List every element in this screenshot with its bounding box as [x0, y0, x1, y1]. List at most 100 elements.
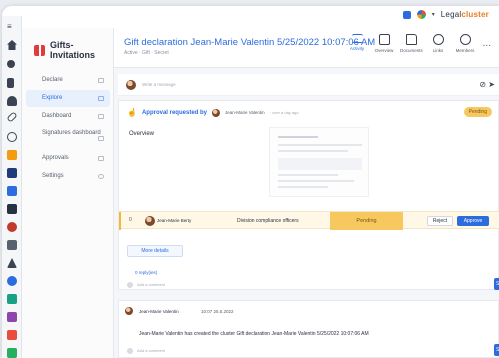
app-tile-purple-icon[interactable] [7, 312, 17, 322]
approver-name: Jean-Marie Berty [157, 218, 192, 223]
history-icon[interactable] [7, 132, 17, 142]
signature-icon [98, 136, 104, 141]
sidebar-item-signatures-dashboard[interactable]: Signatures dashboard [26, 128, 110, 148]
sidebar-item-label: Explore [42, 95, 63, 101]
gift-icon [34, 44, 46, 56]
app-tile-green-icon[interactable] [7, 348, 17, 358]
apps-icon[interactable] [416, 10, 426, 19]
users-icon[interactable] [7, 60, 15, 68]
brand-area: ▾ Legalcluster [402, 10, 489, 19]
module-header: Gifts-Invitations [34, 40, 113, 60]
link-icon[interactable] [6, 111, 18, 123]
tab-label: Overview [374, 48, 394, 53]
grid-icon [98, 114, 104, 119]
app-tile-dark-icon[interactable] [7, 204, 17, 214]
approval-step-row: 0 Jean-Marie Berty Division compliance o… [119, 211, 499, 230]
page-title: Gift declaration Jean-Marie Valentin 5/2… [124, 37, 376, 48]
requester-name[interactable]: Jean-Marie Valentin [225, 110, 265, 115]
message-composer[interactable]: Write a message ⊘ ➤ [118, 74, 499, 96]
comment-input[interactable]: Add a comment [137, 348, 165, 353]
replies-link[interactable]: 0 reply(ies) [135, 270, 157, 275]
app-tile-grey-icon[interactable] [7, 240, 17, 250]
app-tile-orange-icon[interactable] [7, 150, 17, 160]
event-author[interactable]: Jean-Marie Valentin [139, 309, 179, 314]
avatar [127, 282, 133, 288]
activity-feed: Write a message ⊘ ➤ ☝ Approval requested… [114, 68, 499, 358]
sidebar-item-label: Approvals [42, 155, 69, 161]
attachment-icon[interactable]: ⊘ ➤ [479, 80, 495, 89]
overview-label: Overview [129, 131, 155, 137]
sidebar-item-approvals[interactable]: Approvals [26, 150, 110, 167]
plus-icon [98, 78, 104, 83]
approval-title: Approval requested by [141, 109, 207, 116]
user-check-icon [98, 156, 104, 161]
comment-input[interactable]: Add a comment [137, 282, 165, 287]
event-text: Jean-Marie Valentin has created the clus… [139, 331, 369, 337]
tab-label: Activity [349, 46, 365, 51]
avatar [127, 348, 133, 354]
notification-icon[interactable] [402, 10, 411, 19]
avatar [126, 80, 136, 90]
document-preview[interactable] [269, 127, 369, 197]
reject-button[interactable]: Reject [427, 216, 453, 226]
event-card: Jean-Marie Valentin 10:07 25.5.2022 Jean… [118, 300, 499, 358]
top-strip: ▾ Legalcluster [2, 6, 499, 28]
tab-documents[interactable]: Documents [400, 34, 423, 53]
brand-logo: Legalcluster [440, 10, 489, 19]
step-status: Pending [330, 212, 403, 230]
module-sidebar: Gifts-Invitations Declare Explore Dashbo… [22, 28, 114, 358]
overview-icon [378, 34, 390, 45]
tab-links[interactable]: Links [427, 34, 449, 53]
tab-activity[interactable]: Activity [346, 34, 368, 53]
comment-box[interactable]: Add a comment Se [125, 278, 499, 290]
icon-rail: ≡ [2, 16, 22, 358]
sidebar-item-explore[interactable]: Explore [26, 90, 110, 107]
person-icon[interactable] [7, 96, 17, 106]
chevron-down-icon[interactable]: ▾ [432, 11, 435, 18]
menu-icon[interactable]: ≡ [7, 22, 17, 32]
search-icon [98, 96, 104, 101]
app-tile-teal-icon[interactable] [7, 294, 17, 304]
link-icon [432, 34, 444, 45]
gear-icon [98, 174, 104, 179]
sidebar-item-label: Signatures dashboard [42, 130, 101, 136]
sidebar-item-declare[interactable]: Declare [26, 72, 110, 89]
app-tile-red-icon[interactable] [7, 222, 17, 232]
page-subtitle: Active · Gift · Secret [124, 50, 169, 56]
sidebar-item-label: Settings [42, 173, 64, 179]
message-input[interactable]: Write a message [142, 82, 176, 87]
app-window: ▾ Legalcluster ≡ Gifts-Invitations Decla… [2, 6, 499, 358]
tab-overview[interactable]: Overview [373, 34, 395, 53]
avatar [125, 307, 133, 315]
event-time: 10:07 25.5.2022 [201, 309, 234, 314]
sidebar-item-label: Declare [42, 77, 63, 83]
approval-hand-icon: ☝ [127, 108, 137, 117]
timestamp: · over a day ago [269, 110, 299, 115]
comment-box[interactable]: Add a comment Se [125, 344, 499, 356]
app-tile-navy-icon[interactable] [7, 168, 17, 178]
more-options-icon[interactable]: ... [483, 38, 491, 49]
app-tile-globe-icon[interactable] [7, 276, 17, 286]
folder-icon [405, 34, 417, 45]
sidebar-item-settings[interactable]: Settings [26, 168, 110, 185]
members-icon [459, 34, 471, 45]
app-tile-scale-icon[interactable] [7, 258, 17, 268]
sidebar-item-label: Dashboard [42, 113, 72, 119]
bookmark-icon[interactable] [7, 78, 14, 88]
app-tile-red2-icon[interactable] [7, 330, 17, 340]
approve-button[interactable]: Approve [457, 216, 489, 226]
more-details-button[interactable]: More details [127, 245, 183, 257]
approver-role: Division compliance officers [237, 218, 299, 224]
approval-card: ☝ Approval requested by Jean-Marie Valen… [118, 100, 499, 290]
home-icon[interactable] [7, 40, 17, 50]
tab-label: Members [455, 48, 475, 53]
send-button[interactable]: Se [494, 344, 499, 356]
tab-members[interactable]: Members [454, 34, 476, 53]
cluster-tabs: Activity Overview Documents Links Member… [346, 34, 476, 53]
sidebar-item-dashboard[interactable]: Dashboard [26, 108, 110, 125]
activity-icon [351, 34, 363, 43]
tab-label: Links [432, 48, 444, 53]
send-button[interactable]: Se [494, 278, 499, 290]
tab-label: Documents [400, 48, 423, 53]
app-tile-blue-icon[interactable] [7, 186, 17, 196]
